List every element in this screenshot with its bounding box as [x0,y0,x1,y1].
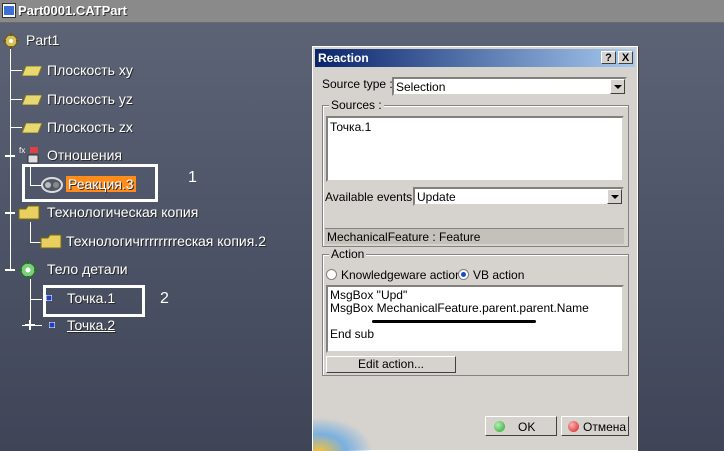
reaction-dialog: Reaction ? X Source type : Selection Sou… [312,46,638,451]
feature-text: MechanicalFeature : Feature [327,230,481,244]
source-type-label: Source type : [322,77,393,91]
ok-dot-icon [494,421,505,432]
tree-item-label: Part1 [26,32,60,48]
dialog-title: Reaction [318,51,369,65]
code-line: End sub [330,327,375,341]
edit-action-button[interactable]: Edit action... [326,356,456,373]
tree-item-part1[interactable]: Part1 [2,30,82,52]
collapse-toggle[interactable] [5,151,15,161]
source-type-combo[interactable]: Selection [392,77,627,96]
svg-text:fx: fx [19,146,25,155]
chevron-down-icon[interactable] [610,79,625,94]
dialog-titlebar: Reaction ? X [315,49,635,67]
action-code-editor[interactable]: MsgBox "Upd" MsgBox MechanicalFeature.pa… [326,285,624,353]
ok-button[interactable]: OK [485,416,557,436]
tree-item-tech-copy-2[interactable]: Технологичrrrrrrrrескaя копия.2 [40,231,280,253]
annotation-box-1 [22,164,158,202]
radio-knowledgeware-label: Knowledgeware action [341,268,462,282]
radio-vb[interactable] [458,269,469,280]
tree-item-label: Тело детали [47,261,128,277]
tree-item-plane-zx[interactable]: Плоскость zx [22,117,162,139]
sources-label: Sources : [329,98,384,112]
part-gear-icon [3,33,19,49]
available-events-label: Available events : [325,190,419,204]
plane-icon [22,95,42,105]
collapse-toggle[interactable] [5,265,15,275]
tree-item-label: Точка.2 [67,317,116,333]
annotation-number-2: 2 [160,290,169,307]
cancel-button[interactable]: Отмена [561,416,629,436]
tree-item-label: Плоскость zx [47,119,133,135]
tree-connector [30,299,42,300]
tree-item-plane-yz[interactable]: Плоскость yz [22,89,162,111]
folder-icon [18,205,40,220]
redaction-line [372,320,536,323]
plane-icon [22,66,42,76]
available-events-value: Update [417,190,456,204]
window-titlebar: Part0001.CATPart [0,0,724,23]
catia-logo-corner [313,417,373,451]
tree-item-body[interactable]: Тело детали [18,259,148,281]
tree-item-label: Плоскость yz [47,91,133,107]
ok-label: OK [518,420,536,434]
tree-item-tech-copy[interactable]: Технологическая копия [18,202,218,224]
chevron-down-icon[interactable] [607,189,622,204]
annotation-number-1: 1 [188,169,197,186]
tree-item-point2[interactable]: Точка.2 [44,315,134,337]
sources-list[interactable]: Точка.1 [326,116,624,182]
radio-vb-label: VB action [473,268,525,282]
tree-item-label: Технологическая копия [47,204,199,220]
tree-item-label: Технологичrrrrrrrrескaя копия.2 [66,233,266,249]
plane-icon [22,123,42,133]
sources-group: Sources : Точка.1 Available events : Upd… [322,98,629,247]
tree-connector [10,127,22,128]
tree-connector [30,279,31,325]
document-icon [2,3,16,18]
action-label: Action [329,247,367,261]
collapse-toggle[interactable] [5,208,15,218]
source-type-value: Selection [396,80,446,94]
code-line: MsgBox MechanicalFeature.parent.parent.N… [330,301,589,315]
annotation-box-2 [43,285,145,317]
cancel-dot-icon [568,421,579,432]
point-icon [49,322,55,328]
action-group: Action Knowledgeware action VB action Ms… [322,247,629,376]
sources-item[interactable]: Точка.1 [330,120,371,134]
tree-item-label: Отношения [47,147,122,163]
window-title: Part0001.CATPart [18,3,127,18]
tree-item-label: Плоскость xy [47,62,133,78]
tree-connector [10,70,22,71]
body-gear-icon [18,260,38,280]
close-button[interactable]: X [618,51,633,64]
relations-icon: fx [19,146,39,164]
available-events-combo[interactable]: Update [413,187,624,206]
cancel-label: Отмена [583,420,627,434]
tree-item-plane-xy[interactable]: Плоскость xy [22,60,162,82]
tree-connector [10,99,22,100]
expand-toggle[interactable] [25,320,35,330]
folder-icon [40,234,62,249]
help-button[interactable]: ? [601,51,616,64]
feature-row: MechanicalFeature : Feature [325,228,624,244]
radio-knowledgeware[interactable] [326,269,337,280]
tree-connector [30,222,31,242]
